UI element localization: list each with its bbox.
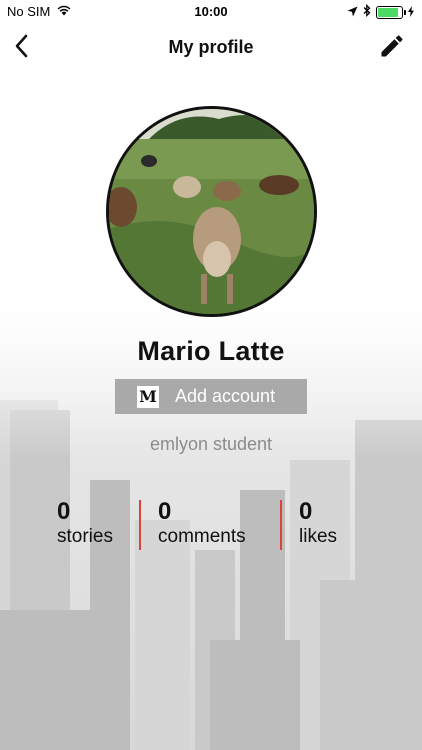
- status-bar: No SIM 10:00: [0, 0, 422, 24]
- battery-icon: [376, 5, 406, 19]
- bluetooth-icon: [363, 3, 371, 20]
- pencil-icon: [378, 32, 406, 65]
- stat-stories-label: stories: [57, 526, 113, 547]
- avatar-photo: [109, 109, 314, 314]
- charging-bolt-icon: [408, 5, 414, 20]
- stat-stories[interactable]: 0 stories: [57, 498, 113, 548]
- profile-avatar[interactable]: [106, 106, 317, 317]
- medium-logo-icon: M: [137, 385, 159, 408]
- edit-profile-button[interactable]: [376, 32, 408, 64]
- stat-likes[interactable]: 0 likes: [299, 498, 337, 548]
- page-title: My profile: [168, 37, 254, 57]
- profile-bio: emlyon student: [149, 434, 273, 454]
- add-account-label: Add account: [175, 386, 276, 406]
- stat-likes-value: 0: [299, 498, 313, 525]
- profile-name: Mario Latte: [137, 336, 285, 366]
- location-arrow-icon: [347, 5, 358, 20]
- stat-stories-value: 0: [57, 498, 71, 525]
- stat-divider: [280, 500, 282, 550]
- profile-stats: 0 stories 0 comments 0 likes: [0, 498, 422, 554]
- add-medium-account-button[interactable]: M Add account: [115, 379, 307, 414]
- status-right: [347, 3, 414, 20]
- stat-divider: [139, 500, 141, 550]
- stat-comments[interactable]: 0 comments: [158, 498, 246, 548]
- stat-comments-value: 0: [158, 498, 172, 525]
- battery-fill: [378, 7, 398, 17]
- navigation-bar: My profile: [0, 28, 422, 68]
- stat-comments-label: comments: [158, 526, 246, 547]
- stat-likes-label: likes: [299, 526, 338, 547]
